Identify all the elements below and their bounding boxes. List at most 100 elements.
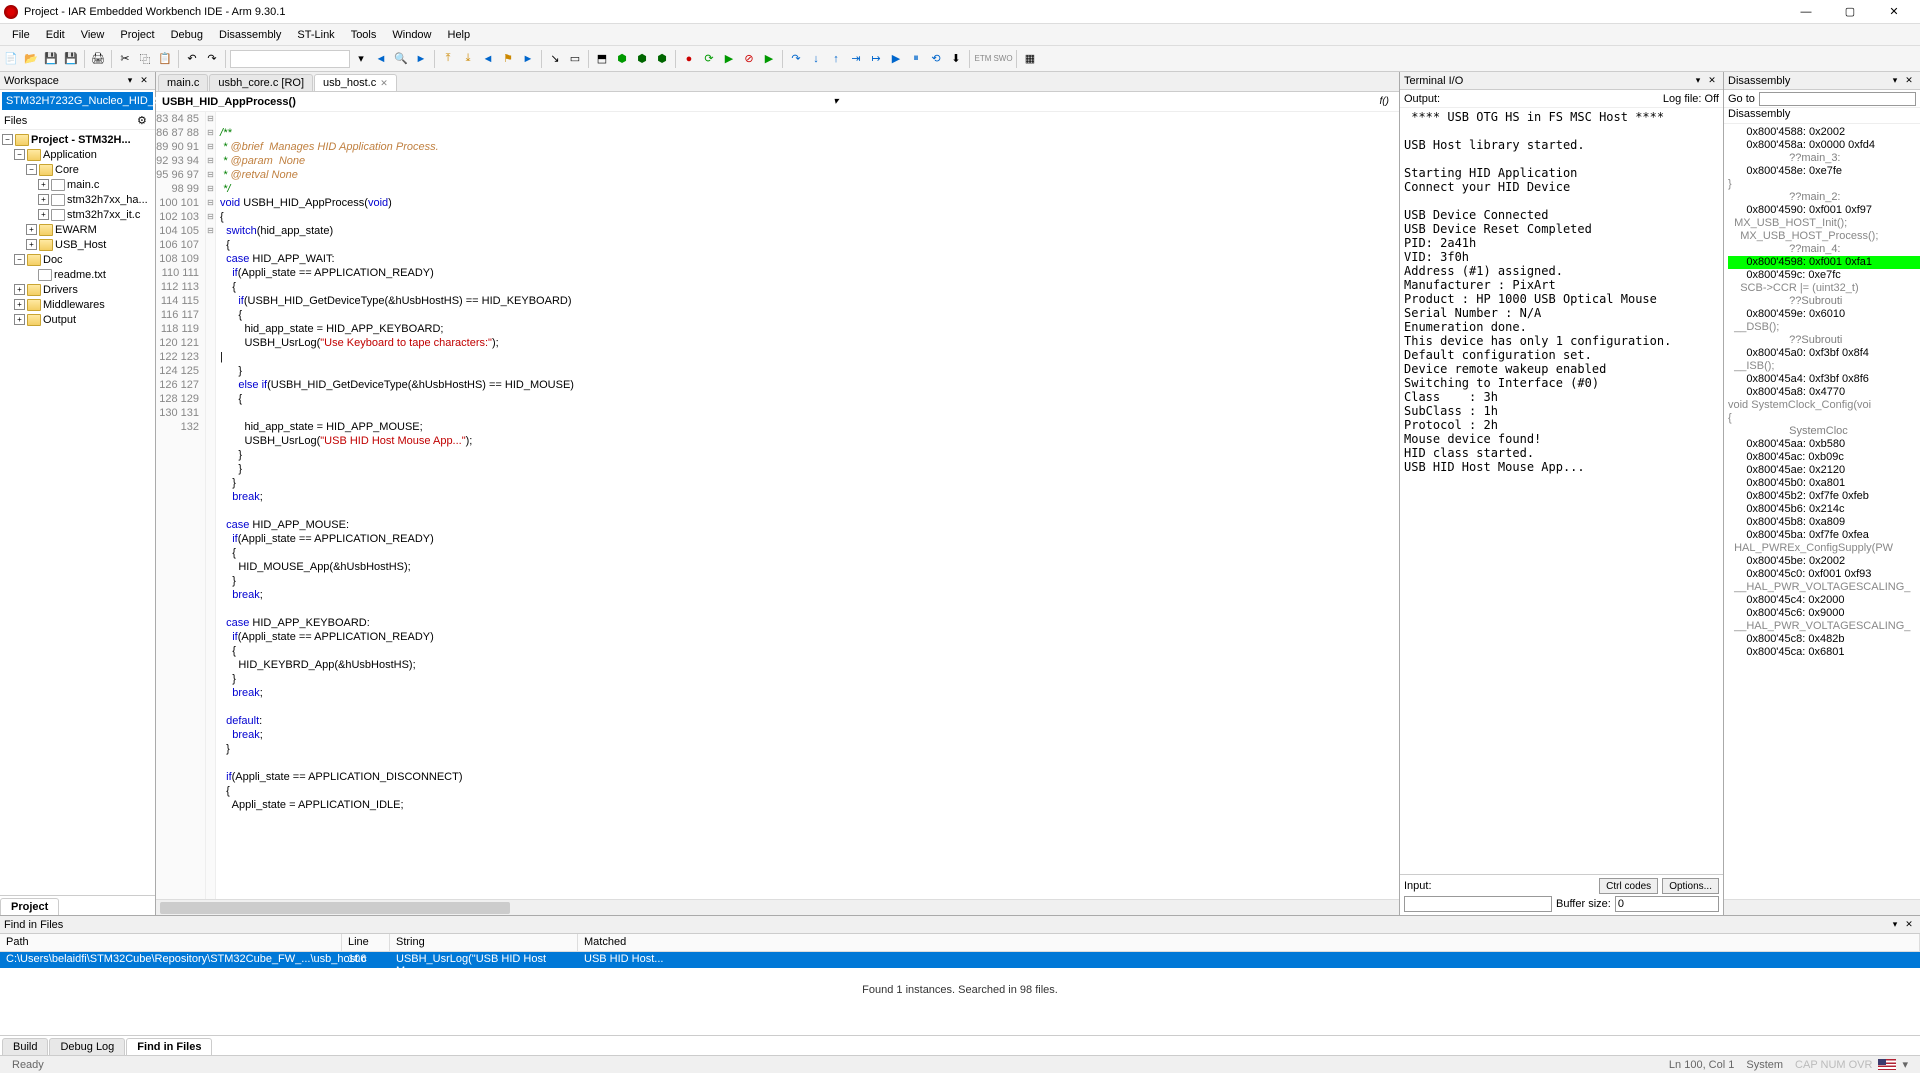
tree-item[interactable]: −Application: [2, 147, 153, 162]
disassembly-body[interactable]: 0x800'4588: 0x2002 0x800'458a: 0x0000 0x…: [1724, 124, 1920, 899]
close-button[interactable]: ✕: [1872, 1, 1916, 23]
collapse-icon[interactable]: −: [2, 134, 13, 145]
redo-icon[interactable]: ↷: [203, 50, 221, 68]
lang-chevron-icon[interactable]: ▾: [1896, 1058, 1914, 1071]
menu-edit[interactable]: Edit: [38, 27, 73, 43]
tree-item[interactable]: +main.c: [2, 177, 153, 192]
menu-tools[interactable]: Tools: [343, 27, 385, 43]
editor-tab[interactable]: usb_host.c✕: [314, 74, 397, 91]
etm-icon[interactable]: ETM: [974, 50, 992, 68]
function-symbol-icon[interactable]: ▾: [829, 96, 842, 107]
menu-disassembly[interactable]: Disassembly: [211, 27, 289, 43]
nav-back-icon[interactable]: ◄: [372, 50, 390, 68]
config-dropdown[interactable]: STM32H7232G_Nucleo_HID_Stand ▾: [2, 92, 153, 110]
chip-icon[interactable]: ▦: [1021, 50, 1039, 68]
save-all-icon[interactable]: 💾: [62, 50, 80, 68]
tree-item[interactable]: +Output: [2, 312, 153, 327]
build-icon[interactable]: ⬢: [633, 50, 651, 68]
menu-window[interactable]: Window: [384, 27, 439, 43]
file-icon[interactable]: ▭: [566, 50, 584, 68]
disasm-scrollbar[interactable]: [1724, 899, 1920, 915]
next-stmt-icon[interactable]: ↦: [867, 50, 885, 68]
bookmark-prev-icon[interactable]: ⤒: [439, 50, 457, 68]
tree-item[interactable]: −Core: [2, 162, 153, 177]
run-icon[interactable]: ▶: [887, 50, 905, 68]
swo-icon[interactable]: SWO: [994, 50, 1012, 68]
terminal-output[interactable]: **** USB OTG HS in FS MSC Host **** USB …: [1400, 108, 1723, 874]
step-over-icon[interactable]: ↷: [787, 50, 805, 68]
ctrl-codes-button[interactable]: Ctrl codes: [1599, 878, 1658, 894]
new-file-icon[interactable]: 📄: [2, 50, 20, 68]
nav-fwd-icon[interactable]: ►: [412, 50, 430, 68]
panel-menu-icon[interactable]: ▾: [1691, 74, 1705, 88]
col-string[interactable]: String: [390, 934, 578, 951]
debug-icon[interactable]: ▶: [760, 50, 778, 68]
restart-icon[interactable]: ⟳: [700, 50, 718, 68]
menu-help[interactable]: Help: [440, 27, 479, 43]
menu-file[interactable]: File: [4, 27, 38, 43]
expand-icon[interactable]: +: [38, 209, 49, 220]
maximize-button[interactable]: ▢: [1828, 1, 1872, 23]
project-tree[interactable]: −Project - STM32H...−Application−Core+ma…: [0, 130, 155, 895]
open-icon[interactable]: 📂: [22, 50, 40, 68]
build2-icon[interactable]: ⬢: [653, 50, 671, 68]
save-icon[interactable]: 💾: [42, 50, 60, 68]
menu-debug[interactable]: Debug: [163, 27, 211, 43]
expand-icon[interactable]: +: [38, 179, 49, 190]
undo-icon[interactable]: ↶: [183, 50, 201, 68]
copy-icon[interactable]: ⿻: [136, 50, 154, 68]
dropdown-icon[interactable]: ▾: [352, 50, 370, 68]
print-icon[interactable]: 🖨: [89, 50, 107, 68]
compile-icon[interactable]: ⬒: [593, 50, 611, 68]
expand-icon[interactable]: +: [14, 299, 25, 310]
horizontal-scrollbar[interactable]: [156, 899, 1399, 915]
project-tab[interactable]: Project: [0, 898, 59, 915]
code-area[interactable]: 83 84 85 86 87 88 89 90 91 92 93 94 95 9…: [156, 112, 1399, 899]
panel-menu-icon[interactable]: ▾: [1888, 74, 1902, 88]
bookmark-icon[interactable]: ⚑: [499, 50, 517, 68]
editor-tab[interactable]: usbh_core.c [RO]: [209, 74, 313, 91]
go-icon[interactable]: ▶: [720, 50, 738, 68]
gear-icon[interactable]: ⚙: [137, 114, 151, 128]
goto-icon[interactable]: ↘: [546, 50, 564, 68]
tree-item[interactable]: −Project - STM32H...: [2, 132, 153, 147]
source-text[interactable]: /** * @brief Manages HID Application Pro…: [216, 112, 1399, 899]
tree-item[interactable]: +Drivers: [2, 282, 153, 297]
nav-prev-icon[interactable]: ◄: [479, 50, 497, 68]
buffer-size-input[interactable]: [1615, 896, 1719, 912]
tree-item[interactable]: +USB_Host: [2, 237, 153, 252]
tree-item[interactable]: −Doc: [2, 252, 153, 267]
tab-close-icon[interactable]: ✕: [380, 78, 388, 89]
bottom-tab-debug-log[interactable]: Debug Log: [49, 1038, 125, 1055]
expand-icon[interactable]: +: [14, 284, 25, 295]
options-button[interactable]: Options...: [1662, 878, 1719, 894]
search-icon[interactable]: 🔍: [392, 50, 410, 68]
panel-close-icon[interactable]: ✕: [1705, 74, 1719, 88]
col-matched[interactable]: Matched: [578, 934, 1920, 951]
fold-gutter[interactable]: ⊟ ⊟ ⊟ ⊟ ⊟ ⊟ ⊟ ⊟ ⊟: [206, 112, 216, 899]
panel-menu-icon[interactable]: ▾: [123, 74, 137, 88]
paste-icon[interactable]: 📋: [156, 50, 174, 68]
expand-icon[interactable]: +: [26, 239, 37, 250]
panel-menu-icon[interactable]: ▾: [1888, 918, 1902, 932]
find-result-row[interactable]: C:\Users\belaidfi\STM32Cube\Repository\S…: [0, 952, 1920, 968]
col-line[interactable]: Line: [342, 934, 390, 951]
nav-next-icon[interactable]: ►: [519, 50, 537, 68]
menu-view[interactable]: View: [73, 27, 113, 43]
run-to-icon[interactable]: ⇥: [847, 50, 865, 68]
step-into-icon[interactable]: ↓: [807, 50, 825, 68]
pause-icon[interactable]: ⏸: [907, 50, 925, 68]
cut-icon[interactable]: ✂: [116, 50, 134, 68]
expand-icon[interactable]: +: [14, 314, 25, 325]
menu-project[interactable]: Project: [112, 27, 162, 43]
tree-item[interactable]: +stm32h7xx_ha...: [2, 192, 153, 207]
collapse-icon[interactable]: −: [14, 254, 25, 265]
minimize-button[interactable]: —: [1784, 1, 1828, 23]
step-out-icon[interactable]: ↑: [827, 50, 845, 68]
panel-close-icon[interactable]: ✕: [137, 74, 151, 88]
stop-icon[interactable]: ⊘: [740, 50, 758, 68]
tree-item[interactable]: +stm32h7xx_it.c: [2, 207, 153, 222]
download-icon[interactable]: ⬇: [947, 50, 965, 68]
search-combo[interactable]: [230, 50, 350, 68]
panel-close-icon[interactable]: ✕: [1902, 74, 1916, 88]
